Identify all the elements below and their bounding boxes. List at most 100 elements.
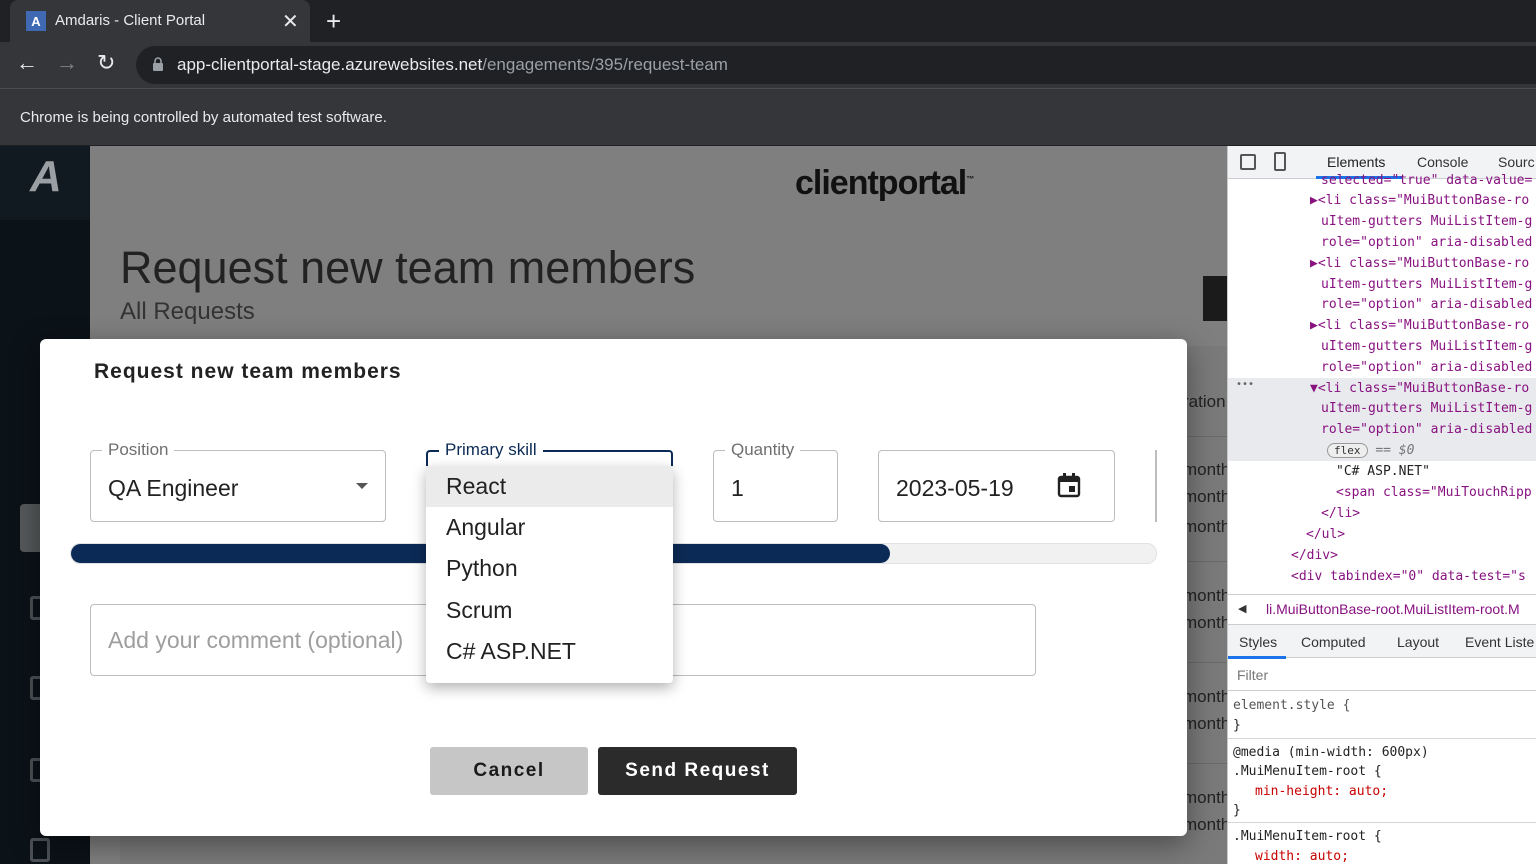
skill-option-scrum[interactable]: Scrum xyxy=(426,590,673,631)
tab-styles[interactable]: Styles xyxy=(1239,634,1277,650)
devtools-breadcrumb: ◀ li.MuiButtonBase-root.MuiListItem-root… xyxy=(1228,594,1536,624)
style-line: @media (min-width: 600px) xyxy=(1233,745,1429,760)
table-cell: month xyxy=(1183,815,1227,834)
position-label: Position xyxy=(102,440,175,460)
code-line: role="option" aria-disabled xyxy=(1321,235,1533,250)
brand-tm: ™ xyxy=(966,174,974,184)
devtools-panel: Elements Console Sourc selected="true" d… xyxy=(1227,146,1536,864)
reload-icon[interactable]: ↻ xyxy=(97,50,115,76)
code-line: uItem-gutters MuiListItem-g xyxy=(1321,339,1533,354)
table-cell: month xyxy=(1183,487,1227,506)
new-tab-icon[interactable]: + xyxy=(326,6,341,37)
position-value: QA Engineer xyxy=(108,475,239,501)
device-toolbar-icon[interactable] xyxy=(1274,152,1286,171)
browser-tab[interactable]: A Amdaris - Client Portal ✕ xyxy=(10,0,310,42)
elements-tree: selected="true" data-value= ▶<li class="… xyxy=(1228,173,1536,594)
code-line: uItem-gutters MuiListItem-g xyxy=(1321,401,1533,416)
primary-skill-menu: React Angular Python Scrum C# ASP.NET xyxy=(426,466,673,683)
send-request-button[interactable]: Send Request xyxy=(598,747,797,795)
browser-tab-bar: A Amdaris - Client Portal ✕ + xyxy=(0,0,1536,42)
style-line: .MuiMenuItem-root { xyxy=(1233,764,1382,779)
skill-option-angular[interactable]: Angular xyxy=(426,507,673,548)
styles-tab-bar: Styles Computed Layout Event Liste xyxy=(1228,624,1536,659)
automation-infobar: Chrome is being controlled by automated … xyxy=(0,88,1536,145)
sidebar-item-icon[interactable] xyxy=(30,838,50,862)
code-line: </li> xyxy=(1321,506,1361,521)
duration-column-header: ration xyxy=(1183,392,1226,411)
breadcrumb-left-icon[interactable]: ◀ xyxy=(1238,602,1246,615)
tab-layout[interactable]: Layout xyxy=(1397,634,1439,650)
skill-option-python[interactable]: Python xyxy=(426,548,673,589)
table-cell: month xyxy=(1183,586,1227,605)
breadcrumb-node[interactable]: li.MuiButtonBase-root.MuiListItem-root.M xyxy=(1266,601,1520,617)
skill-option-csharp-aspnet[interactable]: C# ASP.NET xyxy=(426,631,673,672)
tab-elements[interactable]: Elements xyxy=(1327,154,1385,170)
start-date-field[interactable]: 2023-05-19 xyxy=(878,450,1115,522)
tab-sources[interactable]: Sourc xyxy=(1498,154,1535,170)
page-action-button[interactable] xyxy=(1203,276,1227,321)
style-line: } xyxy=(1233,718,1241,733)
code-line: uItem-gutters MuiListItem-g xyxy=(1321,214,1533,229)
style-line: element.style { xyxy=(1233,698,1351,713)
table-cell: month xyxy=(1183,460,1227,479)
quantity-field[interactable]: Quantity 1 xyxy=(713,440,838,522)
dollar-zero: == $0 xyxy=(1375,443,1415,458)
code-line: role="option" aria-disabled xyxy=(1321,360,1533,375)
infobar-text: Chrome is being controlled by automated … xyxy=(20,109,387,126)
back-icon[interactable]: ← xyxy=(16,50,38,76)
calendar-icon[interactable] xyxy=(1057,473,1081,498)
code-line[interactable]: <div tabindex="0" data-test="s xyxy=(1291,569,1526,584)
styles-pane: element.style { } @media (min-width: 600… xyxy=(1228,691,1536,864)
url-path: /engagements/395/request-team xyxy=(482,55,728,74)
style-line[interactable]: min-height: auto; xyxy=(1255,784,1388,799)
code-line[interactable]: ▶<li class="MuiButtonBase-ro xyxy=(1310,318,1529,333)
style-divider xyxy=(1228,738,1536,739)
close-tab-icon[interactable]: ✕ xyxy=(282,9,299,34)
code-line[interactable]: ▼<li class="MuiButtonBase-ro xyxy=(1310,381,1529,396)
style-line: .MuiMenuItem-root { xyxy=(1233,829,1382,844)
style-divider xyxy=(1228,822,1536,823)
code-line[interactable]: ▶<li class="MuiButtonBase-ro xyxy=(1310,193,1529,208)
code-line: </div> xyxy=(1291,548,1338,563)
tab-computed[interactable]: Computed xyxy=(1301,634,1366,650)
browser-toolbar: ← → ↻ app-clientportal-stage.azurewebsit… xyxy=(0,42,1536,88)
favicon-icon: A xyxy=(26,11,46,31)
table-cell: month xyxy=(1183,788,1227,807)
brand-logo: clientportal™ xyxy=(795,164,974,203)
table-cell: month xyxy=(1183,517,1227,536)
flex-badge-line: flex == $0 xyxy=(1327,443,1414,458)
style-line[interactable]: width: auto; xyxy=(1255,849,1349,864)
sidebar-logo-area: A xyxy=(0,146,90,220)
primary-skill-label: Primary skill xyxy=(439,440,543,460)
tab-console[interactable]: Console xyxy=(1417,154,1468,170)
page-subtitle[interactable]: All Requests xyxy=(120,298,255,326)
url-text: app-clientportal-stage.azurewebsites.net… xyxy=(177,55,728,75)
code-line: selected="true" data-value= xyxy=(1321,173,1533,188)
style-line: } xyxy=(1233,803,1241,818)
forward-icon[interactable]: → xyxy=(56,50,78,76)
flex-badge[interactable]: flex xyxy=(1327,443,1368,458)
url-host: app-clientportal-stage.azurewebsites.net xyxy=(177,55,483,74)
node-ellipsis-icon[interactable]: ••• xyxy=(1236,379,1254,390)
table-cell: month xyxy=(1183,714,1227,733)
modal-title: Request new team members xyxy=(94,360,402,383)
tab-event-listeners[interactable]: Event Liste xyxy=(1465,634,1534,650)
quantity-value[interactable]: 1 xyxy=(731,475,744,502)
cancel-button[interactable]: Cancel xyxy=(430,747,588,795)
address-bar[interactable]: app-clientportal-stage.azurewebsites.net… xyxy=(136,46,1536,84)
app-header: clientportal™ xyxy=(90,146,1227,234)
styles-filter[interactable]: Filter xyxy=(1228,659,1536,691)
date-value[interactable]: 2023-05-19 xyxy=(896,475,1014,502)
table-cell: month xyxy=(1183,687,1227,706)
quantity-label: Quantity xyxy=(725,440,801,460)
page-title: Request new team members xyxy=(120,242,696,293)
inspect-element-icon[interactable] xyxy=(1240,154,1256,170)
caret-down-icon[interactable] xyxy=(356,483,368,489)
code-line[interactable]: ▶<li class="MuiButtonBase-ro xyxy=(1310,256,1529,271)
skill-option-react[interactable]: React xyxy=(426,466,673,507)
code-line: "C# ASP.NET" xyxy=(1336,464,1430,479)
next-field-edge xyxy=(1155,450,1157,522)
position-select[interactable]: Position QA Engineer xyxy=(90,440,386,522)
code-line: uItem-gutters MuiListItem-g xyxy=(1321,277,1533,292)
code-line[interactable]: <span class="MuiTouchRipp xyxy=(1336,485,1532,500)
